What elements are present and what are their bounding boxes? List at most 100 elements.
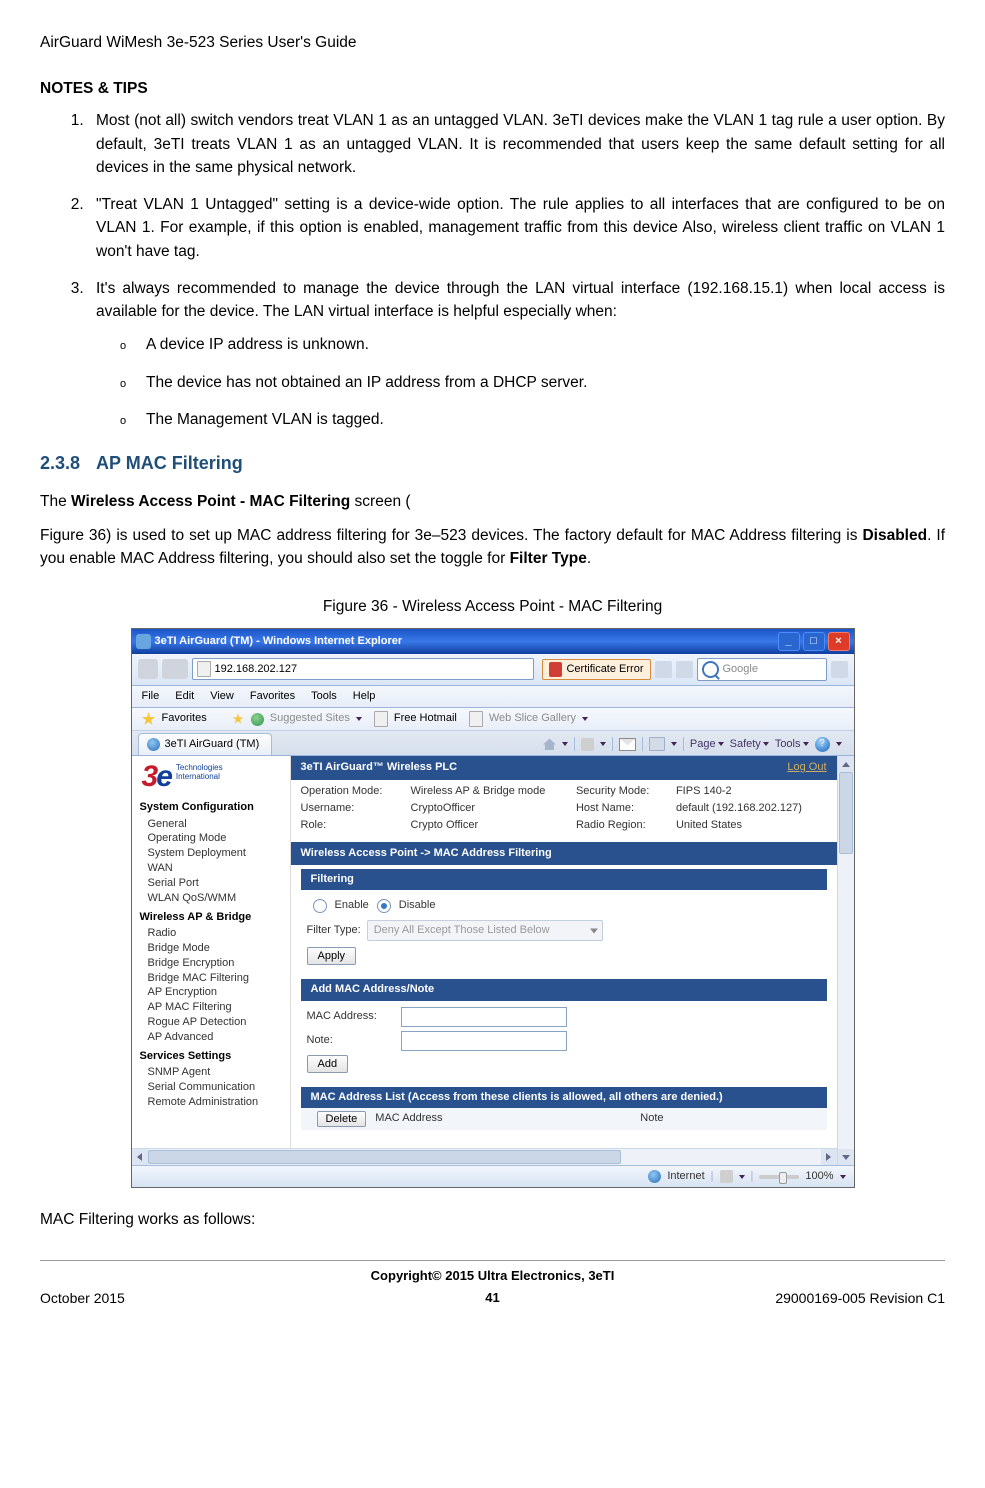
address-text: 192.168.202.127 (215, 662, 298, 677)
menu-view[interactable]: View (210, 689, 234, 704)
sidebar-item-operating-mode[interactable]: Operating Mode (140, 831, 290, 846)
safety-menu-label: Safety (730, 737, 761, 752)
help-icon[interactable]: ? (815, 737, 830, 752)
separator (642, 737, 643, 751)
protected-mode-icon (720, 1170, 733, 1183)
tools-menu[interactable]: Tools (775, 737, 809, 752)
sidebar-item-ap-advanced[interactable]: AP Advanced (140, 1030, 290, 1045)
hscroll-right-arrow[interactable] (821, 1149, 837, 1165)
vscroll-down-arrow[interactable] (838, 1149, 854, 1165)
web-slice-gallery[interactable]: Web Slice Gallery (489, 711, 576, 726)
footer-separator (40, 1260, 945, 1261)
sidebar-item-remote-admin[interactable]: Remote Administration (140, 1095, 290, 1110)
sidebar-item-system-deployment[interactable]: System Deployment (140, 846, 290, 861)
screenshot-window: 3eTI AirGuard (TM) - Windows Internet Ex… (131, 628, 855, 1189)
hostname-label: Host Name: (576, 801, 670, 816)
filter-type-row: Filter Type: Deny All Except Those Liste… (307, 920, 827, 941)
forward-button[interactable] (162, 659, 188, 679)
vscroll-track[interactable] (838, 854, 854, 1149)
sidebar-item-wlan-qos[interactable]: WLAN QoS/WMM (140, 891, 290, 906)
sidebar-item-serial-comm[interactable]: Serial Communication (140, 1080, 290, 1095)
sidebar-item-rogue-ap[interactable]: Rogue AP Detection (140, 1015, 290, 1030)
tab-airguard[interactable]: 3eTI AirGuard (TM) (138, 733, 273, 755)
chevron-down-icon[interactable] (739, 1175, 745, 1179)
vertical-scrollbar[interactable] (837, 756, 854, 1165)
sidebar-item-ap-encryption[interactable]: AP Encryption (140, 985, 290, 1000)
safety-menu[interactable]: Safety (730, 737, 769, 752)
filter-type-label: Filter Type: (307, 923, 361, 938)
horizontal-scrollbar[interactable] (132, 1148, 837, 1165)
menu-help[interactable]: Help (353, 689, 376, 704)
footer: October 2015 41 29000169-005 Revision C1 (40, 1289, 945, 1309)
home-icon[interactable] (543, 738, 556, 750)
sidebar-item-bridge-mode[interactable]: Bridge Mode (140, 941, 290, 956)
hscroll-thumb[interactable] (148, 1150, 621, 1164)
add-button[interactable]: Add (307, 1055, 349, 1073)
window-title: 3eTI AirGuard (TM) - Windows Internet Ex… (155, 634, 403, 649)
role-label: Role: (301, 818, 405, 833)
enable-radio[interactable] (313, 899, 327, 913)
apply-button[interactable]: Apply (307, 947, 357, 965)
page-menu[interactable]: Page (690, 737, 724, 752)
sidebar-item-general[interactable]: General (140, 817, 290, 832)
chevron-down-icon[interactable] (836, 742, 842, 746)
delete-button[interactable]: Delete (317, 1111, 367, 1127)
separator: | (751, 1169, 754, 1184)
vscroll-thumb[interactable] (839, 772, 853, 854)
vscroll-up-arrow[interactable] (838, 756, 854, 772)
certificate-error[interactable]: Certificate Error (542, 659, 650, 680)
address-bar[interactable]: 192.168.202.127 (192, 658, 535, 680)
chevron-down-icon[interactable] (562, 742, 568, 746)
logout-link[interactable]: Log Out (787, 760, 826, 775)
refresh-button[interactable] (655, 661, 672, 678)
sidebar-item-wan[interactable]: WAN (140, 861, 290, 876)
print-icon[interactable] (649, 737, 665, 751)
feed-icon[interactable] (581, 738, 594, 751)
filter-type-select[interactable]: Deny All Except Those Listed Below (367, 920, 603, 941)
chevron-down-icon[interactable] (840, 1175, 846, 1179)
sidebar: 3e Technologies International System Con… (132, 756, 291, 1148)
add-row: Add (307, 1055, 827, 1073)
sidebar-item-bridge-mac-filtering[interactable]: Bridge MAC Filtering (140, 971, 290, 986)
apply-row: Apply (307, 947, 827, 965)
chevron-down-icon[interactable] (671, 742, 677, 746)
free-hotmail[interactable]: Free Hotmail (394, 711, 457, 726)
stop-button[interactable] (676, 661, 693, 678)
arrow-left-icon (137, 1153, 142, 1161)
mac-address-input[interactable] (401, 1007, 567, 1027)
chevron-down-icon[interactable] (582, 717, 588, 721)
back-button[interactable] (138, 659, 158, 679)
zoom-slider[interactable] (759, 1175, 799, 1179)
star-icon (142, 712, 156, 726)
mail-icon[interactable] (619, 738, 636, 751)
hscroll-left-arrow[interactable] (132, 1149, 148, 1165)
chevron-down-icon[interactable] (356, 717, 362, 721)
search-box[interactable]: Google (697, 658, 827, 681)
favorites-label[interactable]: Favorites (162, 711, 207, 726)
hscroll-track[interactable] (148, 1149, 821, 1165)
menu-edit[interactable]: Edit (175, 689, 194, 704)
menu-tools[interactable]: Tools (311, 689, 337, 704)
maximize-button[interactable]: □ (803, 632, 825, 651)
sidebar-item-snmp-agent[interactable]: SNMP Agent (140, 1065, 290, 1080)
sidebar-item-bridge-encryption[interactable]: Bridge Encryption (140, 956, 290, 971)
note-input[interactable] (401, 1031, 567, 1051)
sidebar-item-ap-mac-filtering[interactable]: AP MAC Filtering (140, 1000, 290, 1015)
chevron-down-icon[interactable] (600, 742, 606, 746)
notes-tips-heading: NOTES & TIPS (40, 78, 945, 100)
hostname-value: default (192.168.202.127) (676, 801, 827, 816)
sidebar-group-sysconfig: System Configuration (140, 800, 290, 815)
suggested-sites[interactable]: Suggested Sites (270, 711, 350, 726)
search-go-button[interactable] (831, 661, 848, 678)
suggested-globe-icon (251, 713, 264, 726)
menu-favorites[interactable]: Favorites (250, 689, 295, 704)
sidebar-item-serial-port[interactable]: Serial Port (140, 876, 290, 891)
disable-radio[interactable] (377, 899, 391, 913)
add-mac-section-bar: Add MAC Address/Note (301, 979, 827, 1000)
close-button[interactable]: × (828, 632, 850, 651)
sidebar-item-radio[interactable]: Radio (140, 926, 290, 941)
page-menu-label: Page (690, 737, 716, 752)
minimize-button[interactable]: _ (778, 632, 800, 651)
copyright: Copyright© 2015 Ultra Electronics, 3eTI (40, 1267, 945, 1285)
menu-file[interactable]: File (142, 689, 160, 704)
